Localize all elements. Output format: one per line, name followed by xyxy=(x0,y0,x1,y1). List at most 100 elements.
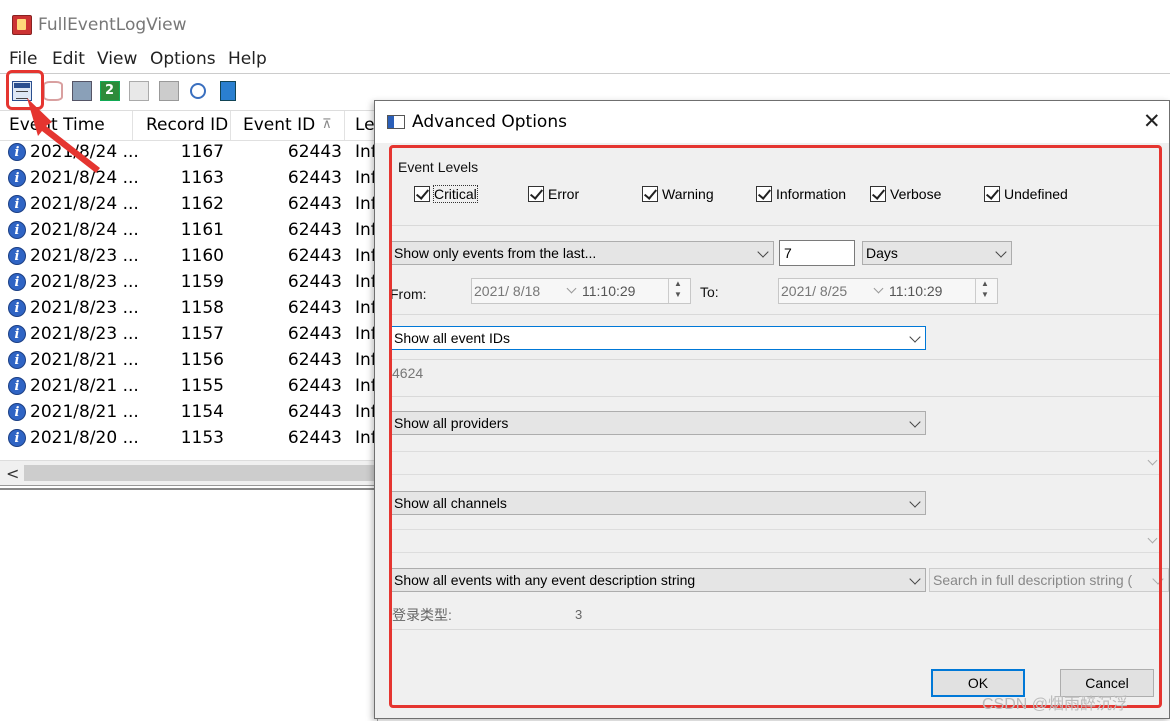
separator xyxy=(390,314,1160,315)
time-amount-input[interactable]: 7 xyxy=(779,240,855,266)
dialog-title-bar: Advanced Options ✕ xyxy=(375,101,1169,143)
info-icon: i xyxy=(8,377,26,395)
details-pane xyxy=(0,488,378,721)
scroll-left-icon[interactable]: < xyxy=(6,464,19,483)
table-row[interactable]: i 2021/8/23 ... 1157 62443 Inf xyxy=(0,322,380,348)
close-icon[interactable]: ✕ xyxy=(1143,109,1161,133)
table-row[interactable]: i 2021/8/23 ... 1160 62443 Inf xyxy=(0,244,380,270)
table-row[interactable]: i 2021/8/24 ... 1163 62443 Inf xyxy=(0,166,380,192)
to-time-spinner[interactable] xyxy=(975,279,996,303)
providers-input[interactable] xyxy=(390,451,1162,475)
table-row[interactable]: i 2021/8/21 ... 1156 62443 Inf xyxy=(0,348,380,374)
properties-icon[interactable] xyxy=(159,81,179,101)
column-record-id[interactable]: Record ID xyxy=(146,115,228,135)
column-event-time[interactable]: Event Time xyxy=(9,115,105,135)
chevron-down-icon xyxy=(909,416,921,428)
chevron-down-icon xyxy=(909,331,921,343)
to-date-picker[interactable]: 2021/ 8/25 11:10:29 xyxy=(778,278,998,304)
from-date-value: 2021/ 8/18 xyxy=(474,283,541,299)
cell-event-id: 62443 xyxy=(287,428,342,448)
menu-view[interactable]: View xyxy=(97,49,137,69)
column-divider xyxy=(344,111,345,140)
to-date-value: 2021/ 8/25 xyxy=(781,283,848,299)
table-row[interactable]: i 2021/8/23 ... 1159 62443 Inf xyxy=(0,270,380,296)
menu-options[interactable]: Options xyxy=(150,49,216,69)
event-ids-input[interactable]: 4624 xyxy=(392,365,423,381)
checkbox-box[interactable] xyxy=(870,186,886,202)
description-select[interactable]: Show all events with any event descripti… xyxy=(390,568,926,592)
cell-event-time: 2021/8/24 ... xyxy=(30,142,139,162)
chevron-down-icon[interactable] xyxy=(1147,533,1158,544)
table-row[interactable]: i 2021/8/21 ... 1155 62443 Inf xyxy=(0,374,380,400)
cell-event-time: 2021/8/21 ... xyxy=(30,402,139,422)
refresh-icon[interactable] xyxy=(100,81,120,101)
separator xyxy=(390,225,1160,226)
cell-record-id: 1160 xyxy=(180,246,224,266)
cell-event-time: 2021/8/24 ... xyxy=(30,194,139,214)
watermark: CSDN @烟雨醉沉浮 xyxy=(982,696,1129,713)
table-row[interactable]: i 2021/8/24 ... 1162 62443 Inf xyxy=(0,192,380,218)
window-icon xyxy=(387,115,405,129)
database-icon[interactable] xyxy=(43,81,63,101)
table-header: Event Time Record ID Event ID ⊼ Le xyxy=(0,110,380,141)
cell-record-id: 1167 xyxy=(180,142,224,162)
chevron-down-icon[interactable] xyxy=(873,283,884,294)
table-row[interactable]: i 2021/8/23 ... 1158 62443 Inf xyxy=(0,296,380,322)
separator xyxy=(390,629,1160,630)
chevron-down-icon[interactable] xyxy=(566,283,577,294)
separator xyxy=(390,396,1160,397)
description-search-select[interactable]: Search in full description string ( xyxy=(929,568,1169,592)
checkbox-label: Undefined xyxy=(1004,186,1068,202)
column-event-id[interactable]: Event ID xyxy=(243,115,315,135)
advanced-options-dialog: Advanced Options ✕ Event Levels Critical… xyxy=(374,100,1170,719)
from-time-spinner[interactable] xyxy=(668,279,689,303)
scrollbar-thumb[interactable] xyxy=(24,465,374,481)
checkbox-box[interactable] xyxy=(642,186,658,202)
event-ids-select[interactable]: Show all event IDs xyxy=(390,326,926,350)
checkbox-label: Warning xyxy=(662,186,714,202)
column-level[interactable]: Le xyxy=(355,115,375,135)
table-row[interactable]: i 2021/8/24 ... 1161 62443 Inf xyxy=(0,218,380,244)
channels-input[interactable] xyxy=(390,529,1162,553)
info-icon: i xyxy=(8,195,26,213)
checkbox-box[interactable] xyxy=(756,186,772,202)
from-time-value[interactable]: 11:10:29 xyxy=(582,283,635,299)
to-time-value[interactable]: 11:10:29 xyxy=(889,283,942,299)
info-icon: i xyxy=(8,169,26,187)
description-mode: Show all events with any event descripti… xyxy=(394,572,696,588)
find-icon[interactable] xyxy=(190,83,206,99)
menu-help[interactable]: Help xyxy=(228,49,267,69)
time-filter-select[interactable]: Show only events from the last... xyxy=(390,241,774,265)
chevron-down-icon[interactable] xyxy=(1147,455,1158,466)
cell-record-id: 1162 xyxy=(180,194,224,214)
time-unit-select[interactable]: Days xyxy=(862,241,1012,265)
table-row[interactable]: i 2021/8/24 ... 1167 62443 Inf xyxy=(0,140,380,166)
info-icon: i xyxy=(8,351,26,369)
cell-event-id: 62443 xyxy=(287,220,342,240)
save-icon[interactable] xyxy=(72,81,92,101)
checkbox-box[interactable] xyxy=(414,186,430,202)
exit-icon[interactable] xyxy=(220,81,236,101)
checkbox-box[interactable] xyxy=(528,186,544,202)
description-input[interactable]: 3 xyxy=(575,607,582,622)
to-label: To: xyxy=(700,284,719,300)
cell-event-id: 62443 xyxy=(287,324,342,344)
checkbox-label: Critical xyxy=(433,185,478,203)
table-row[interactable]: i 2021/8/20 ... 1153 62443 Inf xyxy=(0,426,380,452)
table-row[interactable]: i 2021/8/21 ... 1154 62443 Inf xyxy=(0,400,380,426)
channels-select[interactable]: Show all channels xyxy=(390,491,926,515)
event-levels-label: Event Levels xyxy=(398,159,479,175)
providers-select[interactable]: Show all providers xyxy=(390,411,926,435)
copy-icon[interactable] xyxy=(129,81,149,101)
from-date-picker[interactable]: 2021/ 8/18 11:10:29 xyxy=(471,278,691,304)
menu-edit[interactable]: Edit xyxy=(52,49,85,69)
checkbox-box[interactable] xyxy=(984,186,1000,202)
cell-event-time: 2021/8/23 ... xyxy=(30,298,139,318)
cell-event-id: 62443 xyxy=(287,168,342,188)
cell-event-id: 62443 xyxy=(287,298,342,318)
menu-file[interactable]: File xyxy=(9,49,37,69)
cell-record-id: 1158 xyxy=(180,298,224,318)
checkbox-label: Verbose xyxy=(890,186,942,202)
horizontal-scrollbar[interactable]: < xyxy=(0,460,380,486)
cell-event-time: 2021/8/21 ... xyxy=(30,350,139,370)
